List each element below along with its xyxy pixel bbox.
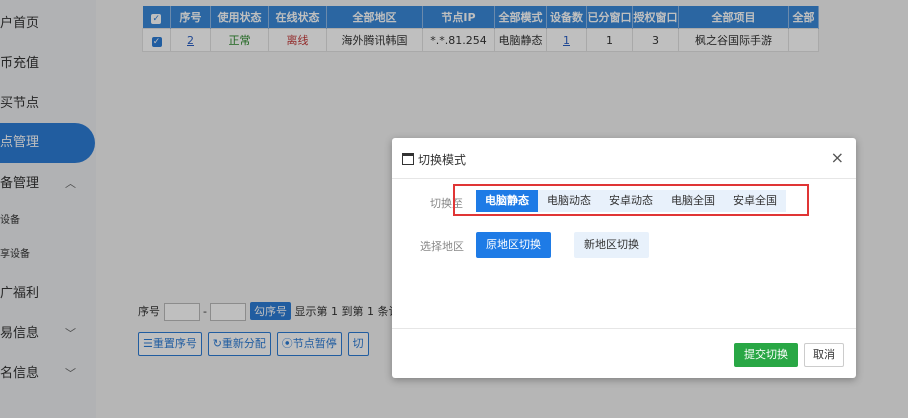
modal-header: 切换模式 × <box>392 138 856 179</box>
new-region-button[interactable]: 新地区切换 <box>574 232 649 258</box>
region-label: 选择地区 <box>420 240 464 253</box>
modal-title: 切换模式 <box>418 153 467 167</box>
highlight-box <box>453 184 809 216</box>
cancel-button[interactable]: 取消 <box>804 343 844 367</box>
modal-footer: 提交切换 取消 <box>392 328 856 379</box>
switch-mode-modal: 切换模式 × 切换至 电脑静态 电脑动态 安卓动态 电脑全国 安卓全国 选择地区… <box>392 138 856 378</box>
close-icon[interactable]: × <box>831 148 844 167</box>
submit-switch-button[interactable]: 提交切换 <box>734 343 798 367</box>
window-icon <box>402 153 414 165</box>
keep-region-button[interactable]: 原地区切换 <box>476 232 551 258</box>
